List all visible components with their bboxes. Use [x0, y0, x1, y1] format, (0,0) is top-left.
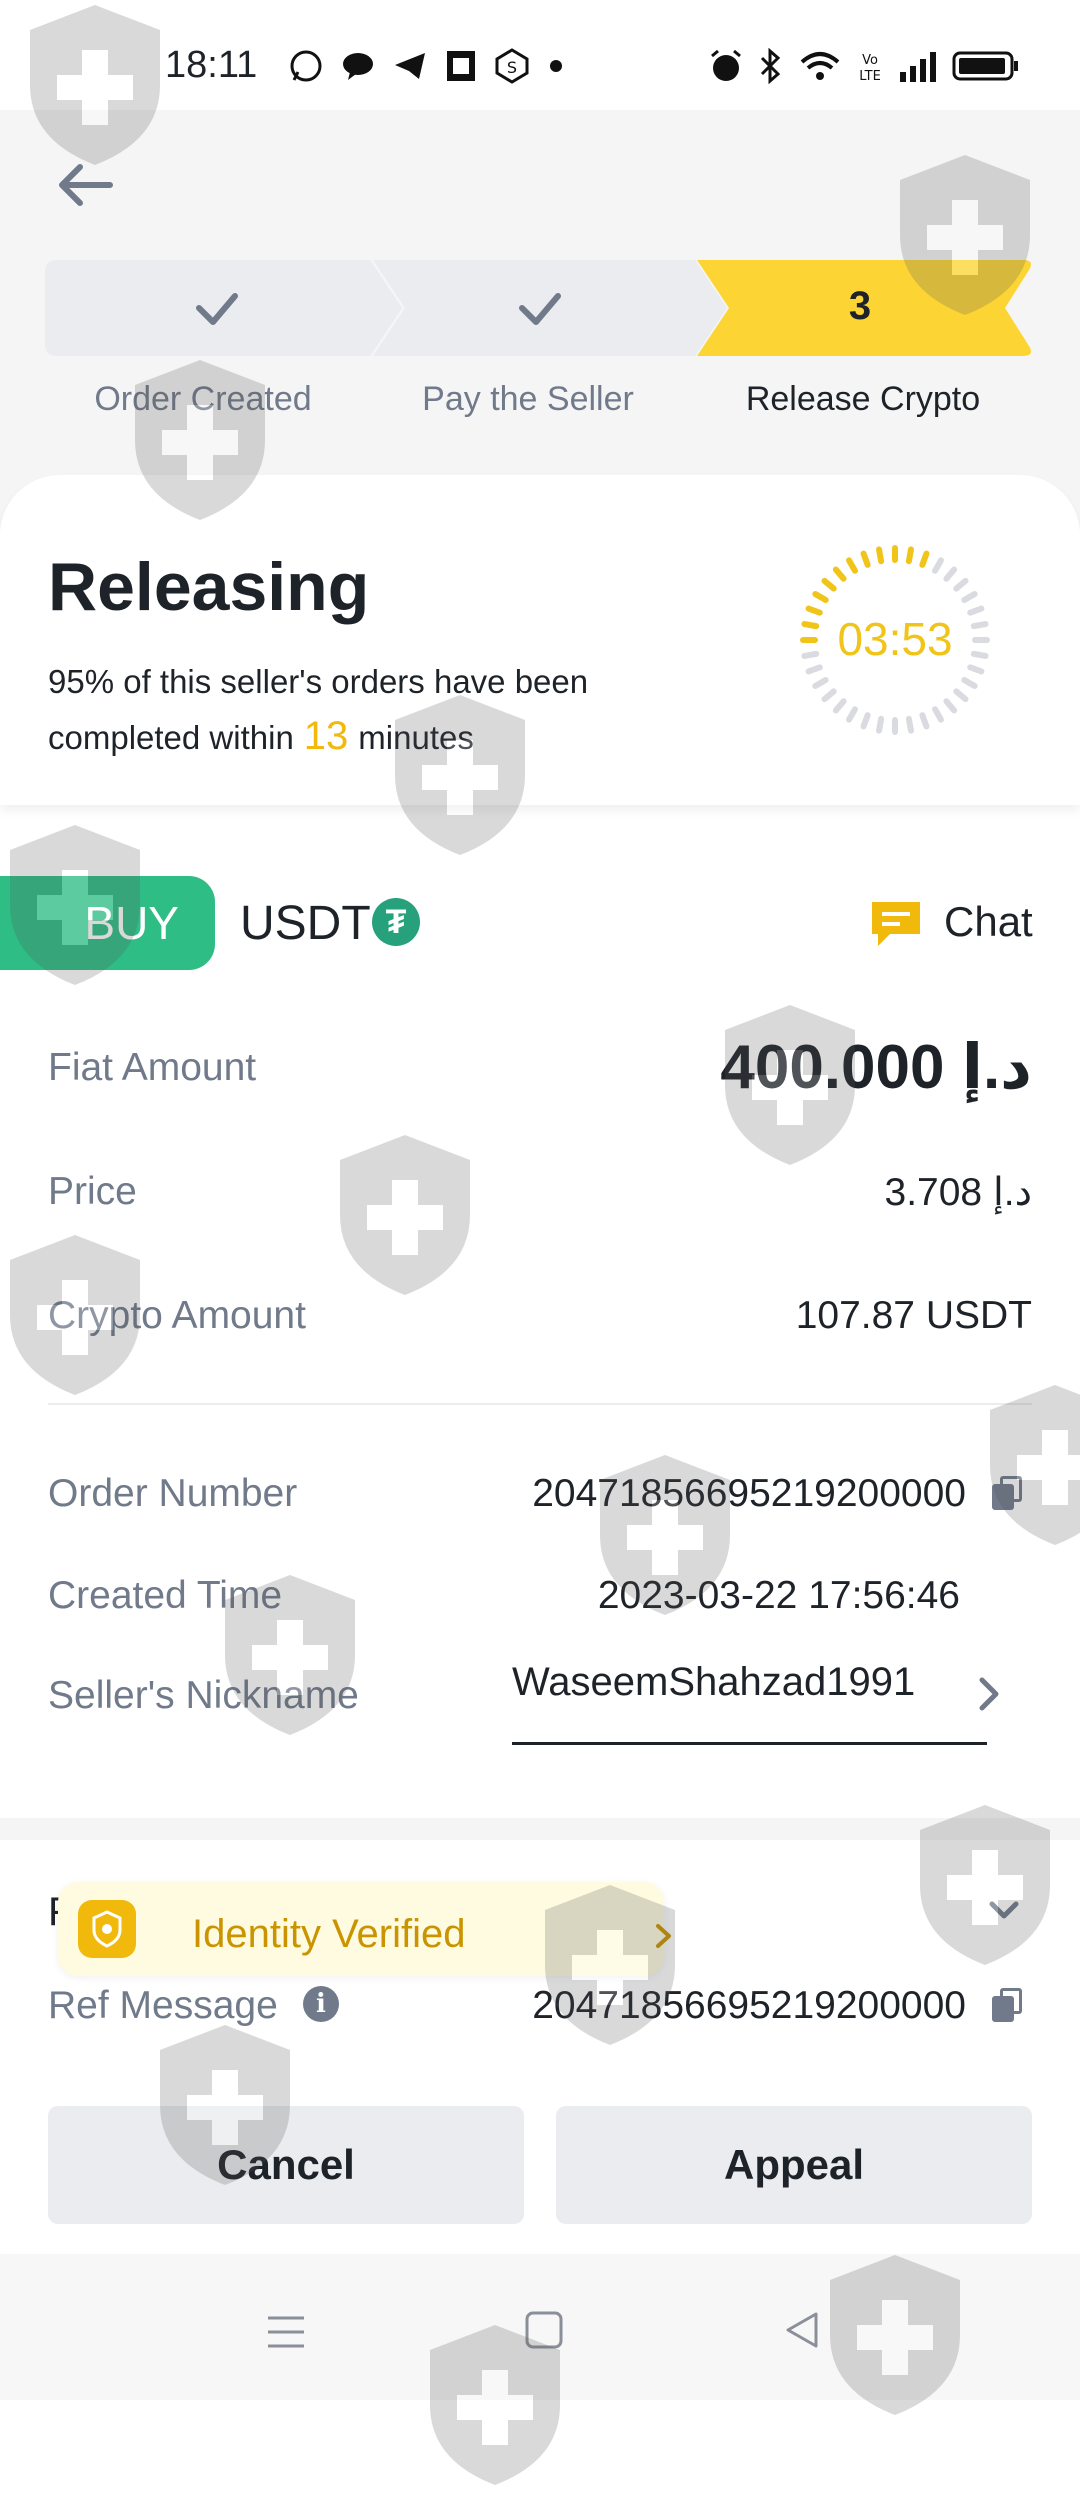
svg-text:LTE: LTE: [859, 69, 881, 84]
countdown-tick: [961, 591, 978, 603]
whatsapp-icon: [290, 50, 322, 82]
chevron-down-icon[interactable]: [986, 1898, 1022, 1922]
price-value: 3.708 د.إ: [884, 1171, 1032, 1214]
telegram-icon: [395, 53, 425, 79]
nickname-underline: [512, 1742, 987, 1745]
chat-bubble-icon: [343, 53, 373, 80]
verified-badge-icon: [78, 1900, 136, 1958]
notification-icons: S: [288, 48, 566, 84]
step-label-pay-seller: Pay the Seller: [422, 380, 634, 418]
countdown-tick: [967, 664, 985, 675]
copy-order-number-icon[interactable]: [992, 1476, 1022, 1510]
countdown-tick: [832, 566, 847, 582]
seller-nickname-label: Seller's Nickname: [48, 1674, 359, 1717]
countdown-tick: [805, 664, 823, 675]
ref-message-label: Ref Message: [48, 1984, 278, 2027]
step-label-order-created: Order Created: [94, 380, 312, 418]
volte-icon: VoLTE: [859, 53, 881, 84]
countdown-tick: [953, 688, 969, 703]
countdown-timer: 03:53: [837, 613, 953, 665]
step-3-number: 3: [848, 284, 872, 328]
dot-icon: [550, 60, 562, 72]
order-stepper: [45, 260, 1031, 356]
bluetooth-icon: [760, 48, 781, 84]
countdown-tick: [876, 715, 885, 734]
countdown-tick: [821, 688, 837, 703]
ref-message-value: 20471856695219200000: [532, 1984, 966, 2027]
info-icon[interactable]: i: [303, 1986, 339, 2022]
cancel-button[interactable]: Cancel: [48, 2106, 524, 2224]
countdown-tick: [846, 557, 858, 574]
toast-chevron-right-icon: [656, 1924, 671, 1948]
watermark-shield-icon: [980, 1380, 1080, 1550]
status-time: 18:11: [165, 44, 258, 86]
countdown-tick: [812, 591, 829, 603]
chevron-right-icon[interactable]: [974, 1674, 1004, 1714]
watermark-shield-icon: [330, 1130, 480, 1300]
countdown-tick: [953, 577, 969, 592]
battery-icon: [952, 51, 1018, 81]
countdown-tick: [919, 712, 930, 730]
copy-ref-message-icon[interactable]: [992, 1988, 1022, 2022]
countdown-tick: [905, 546, 914, 565]
chat-icon[interactable]: [868, 898, 924, 948]
countdown-tick: [932, 706, 944, 723]
countdown-tick: [846, 706, 858, 723]
countdown-tick: [943, 698, 958, 714]
svg-text:S: S: [507, 58, 517, 77]
countdown-tick: [860, 550, 871, 568]
back-nav-icon[interactable]: [782, 2310, 822, 2350]
chat-button[interactable]: Chat: [944, 898, 1033, 946]
section-separator: [0, 1818, 1080, 1840]
completion-minutes: 13: [303, 714, 349, 758]
order-number-value: 20471856695219200000: [532, 1472, 966, 1515]
signal-icon: [900, 52, 936, 82]
subtitle-suffix: minutes: [358, 719, 474, 756]
order-number-label: Order Number: [48, 1472, 298, 1515]
system-icons: Vo LTE: [708, 48, 1020, 84]
created-time-value: 2023-03-22 17:56:46: [597, 1574, 960, 1617]
countdown-tick: [812, 677, 829, 689]
back-arrow-icon[interactable]: [50, 150, 120, 220]
countdown-tick: [905, 715, 914, 734]
crypto-amount-label: Crypto Amount: [48, 1294, 306, 1337]
countdown-tick: [932, 557, 944, 574]
tether-icon: ₮: [372, 898, 420, 946]
calendar-app-icon: [447, 51, 475, 81]
wifi-icon: [800, 52, 840, 80]
app-s-icon: S: [495, 48, 529, 84]
countdown-tick: [876, 546, 885, 565]
seller-nickname-link[interactable]: WaseemShahzad1991: [512, 1660, 915, 1705]
menu-icon[interactable]: [266, 2314, 306, 2350]
countdown-tick: [860, 712, 871, 730]
step-label-release-crypto: Release Crypto: [745, 380, 981, 418]
created-time-label: Created Time: [48, 1574, 283, 1617]
asset-name: USDT: [240, 897, 371, 950]
appeal-button[interactable]: Appeal: [556, 2106, 1032, 2224]
countdown-tick: [919, 550, 930, 568]
divider: [48, 1403, 1032, 1405]
alarm-icon: [711, 49, 741, 81]
countdown-tick: [943, 566, 958, 582]
status-title: Releasing: [48, 549, 370, 625]
crypto-amount-value: 107.87 USDT: [795, 1294, 1032, 1337]
identity-verified-text: Identity Verified: [192, 1912, 466, 1956]
svg-text:Vo: Vo: [862, 53, 878, 68]
buy-side-badge: BUY: [0, 876, 215, 970]
fiat-amount-value: 400.000 د.إ: [720, 1033, 1032, 1102]
home-icon[interactable]: [524, 2310, 564, 2350]
status-subtitle: 95% of this seller's orders have been co…: [48, 655, 698, 765]
fiat-amount-label: Fiat Amount: [48, 1046, 257, 1089]
countdown-tick: [961, 677, 978, 689]
countdown-tick: [821, 577, 837, 592]
price-label: Price: [48, 1170, 137, 1213]
countdown-tick: [832, 698, 847, 714]
